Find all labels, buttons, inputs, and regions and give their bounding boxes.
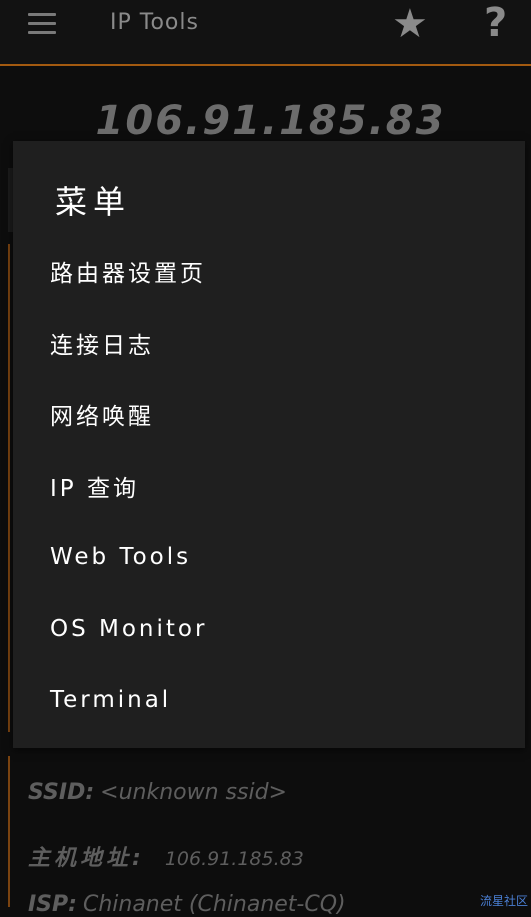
network-info-panel: SSID: <unknown ssid> 主机地址: 106.91.185.83 I… (8, 756, 531, 917)
menu-item-label: 连接日志 (50, 333, 154, 359)
isp-label: ISP: (28, 892, 77, 917)
public-ip-address: 106.91.185.83 (95, 98, 446, 144)
hamburger-menu-icon[interactable] (28, 13, 56, 35)
host-address-row: 主机地址: 106.91.185.83 (28, 840, 304, 872)
host-address-value: 106.91.185.83 (164, 848, 304, 870)
background-accent-line (8, 244, 10, 732)
app-bar: IP Tools ★ ? (0, 0, 531, 66)
watermark: 流星社区 (480, 894, 529, 908)
help-icon[interactable]: ? (484, 0, 507, 46)
navigation-menu: 菜单 路由器设置页 连接日志 网络唤醒 IP 查询 Web Tools OS M… (13, 141, 525, 748)
isp-row: ISP: Chinanet (Chinanet-CQ) (28, 892, 346, 917)
app-title: IP Tools (110, 10, 199, 35)
host-address-label: 主机地址: (28, 846, 145, 871)
menu-item-ip-lookup[interactable]: IP 查询 (13, 458, 525, 514)
menu-item-label: IP 查询 (50, 476, 139, 502)
menu-item-label: 网络唤醒 (50, 404, 154, 430)
menu-item-os-monitor[interactable]: OS Monitor (13, 601, 525, 657)
ssid-value: <unknown ssid> (100, 780, 287, 805)
menu-item-router-settings[interactable]: 路由器设置页 (13, 243, 525, 299)
star-icon[interactable]: ★ (392, 2, 428, 46)
menu-item-wake-on-lan[interactable]: 网络唤醒 (13, 386, 525, 442)
menu-item-label: Web Tools (50, 544, 192, 570)
menu-item-web-tools[interactable]: Web Tools (13, 529, 525, 585)
ssid-label: SSID: (28, 780, 95, 805)
menu-item-label: OS Monitor (50, 616, 208, 642)
menu-item-connection-log[interactable]: 连接日志 (13, 315, 525, 371)
isp-value: Chinanet (Chinanet-CQ) (82, 892, 346, 917)
menu-header: 菜单 (55, 183, 132, 221)
menu-item-terminal[interactable]: Terminal (13, 672, 525, 728)
ssid-row: SSID: <unknown ssid> (28, 780, 287, 805)
menu-item-label: Terminal (50, 687, 172, 713)
menu-item-label: 路由器设置页 (50, 261, 206, 287)
